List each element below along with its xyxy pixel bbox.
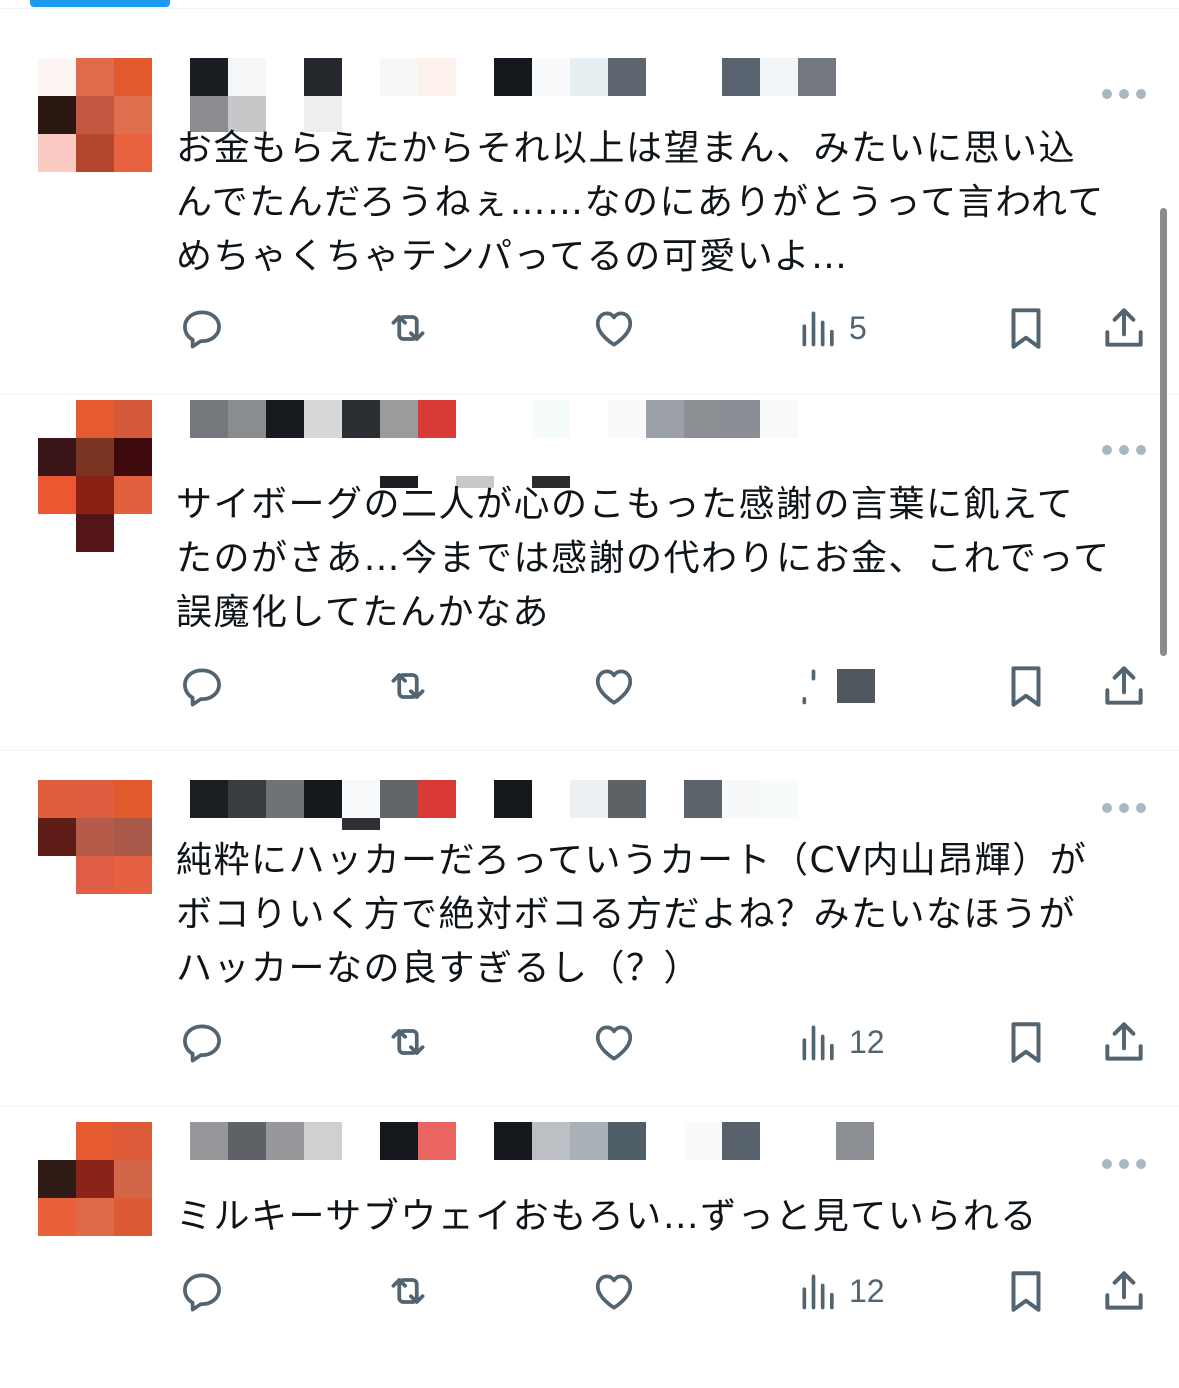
share-button[interactable] [1099, 300, 1149, 356]
share-button[interactable] [1099, 1014, 1149, 1070]
views-button[interactable]: 12 [797, 1014, 885, 1070]
share-icon [1105, 1022, 1143, 1061]
reply-button[interactable] [177, 300, 227, 356]
like-button[interactable] [589, 1014, 639, 1070]
bookmark-icon [1011, 666, 1041, 707]
bookmark-button[interactable] [1001, 300, 1051, 356]
views-button[interactable]: 12 [797, 1263, 885, 1319]
reply-icon [183, 1273, 221, 1312]
repost-button[interactable] [383, 1014, 433, 1070]
like-button[interactable] [589, 658, 639, 714]
like-icon [595, 669, 633, 705]
action-bar: 12 [0, 1014, 1179, 1070]
header-border [0, 8, 1179, 9]
more-icon[interactable] [1102, 444, 1146, 456]
share-icon [1105, 666, 1143, 705]
views-count-redacted [837, 669, 875, 703]
scrollbar[interactable] [1160, 208, 1167, 656]
avatar[interactable] [38, 58, 152, 172]
avatar[interactable] [38, 780, 152, 894]
reply-button[interactable] [177, 1014, 227, 1070]
reply-icon [183, 1024, 221, 1063]
handle-redacted[interactable] [304, 818, 380, 830]
share-button[interactable] [1099, 658, 1149, 714]
views-count: 5 [849, 309, 867, 346]
bookmark-button[interactable] [1001, 658, 1051, 714]
views-button-redacted[interactable] [797, 658, 875, 714]
repost-icon [391, 1029, 425, 1055]
reply-icon [183, 668, 221, 707]
display-name-redacted[interactable] [190, 400, 798, 438]
bookmark-button[interactable] [1001, 1263, 1051, 1319]
more-icon[interactable] [1102, 88, 1146, 100]
display-name-redacted[interactable] [190, 1122, 874, 1160]
repost-icon [391, 1278, 425, 1304]
display-name-redacted[interactable] [190, 780, 798, 818]
views-icon [802, 1274, 834, 1310]
views-button[interactable]: 5 [797, 300, 867, 356]
views-icon [802, 669, 816, 705]
action-bar: 12 [0, 1263, 1179, 1319]
views-icon [802, 311, 834, 347]
like-button[interactable] [589, 1263, 639, 1319]
views-icon [802, 1025, 834, 1061]
repost-icon [391, 315, 425, 341]
repost-button[interactable] [383, 1263, 433, 1319]
share-icon [1105, 1271, 1143, 1310]
divider [0, 394, 1179, 395]
repost-button[interactable] [383, 300, 433, 356]
more-icon[interactable] [1102, 1158, 1146, 1170]
divider [0, 1106, 1179, 1107]
divider [0, 750, 1179, 751]
active-tab-indicator [30, 0, 170, 7]
post-text: サイボーグの二人が心のこもった感謝の言葉に飢えて たのがさあ…今までは感謝の代わ… [176, 484, 1111, 633]
like-button[interactable] [589, 300, 639, 356]
like-icon [595, 311, 633, 347]
share-button[interactable] [1099, 1263, 1149, 1319]
reply-icon [183, 310, 221, 349]
post-text: 純粋にハッカーだろっていうカート（CV内山昂輝）が ボコりいく方で絶対ボコる方だ… [176, 840, 1088, 989]
avatar[interactable] [38, 400, 152, 514]
views-count: 12 [849, 1272, 885, 1309]
action-bar: 5 [0, 300, 1179, 356]
avatar[interactable] [38, 1122, 152, 1236]
bookmark-button[interactable] [1001, 1014, 1051, 1070]
post-text: お金もらえたからそれ以上は望まん、みたいに思い込 んでたんだろうねぇ……なのにあ… [176, 128, 1105, 277]
more-icon[interactable] [1102, 802, 1146, 814]
avatar-extra-block [76, 514, 114, 552]
views-count: 12 [849, 1023, 885, 1060]
reply-button[interactable] [177, 658, 227, 714]
bookmark-icon [1011, 1022, 1041, 1063]
display-name-redacted[interactable] [190, 58, 836, 96]
like-icon [595, 1274, 633, 1310]
bookmark-icon [1011, 308, 1041, 349]
share-icon [1105, 308, 1143, 347]
reply-button[interactable] [177, 1263, 227, 1319]
post-text: ミルキーサブウェイおもろい…ずっと見ていられる [176, 1196, 1038, 1237]
bookmark-icon [1011, 1271, 1041, 1312]
like-icon [595, 1025, 633, 1061]
action-bar [0, 658, 1179, 714]
repost-icon [391, 673, 425, 699]
repost-button[interactable] [383, 658, 433, 714]
